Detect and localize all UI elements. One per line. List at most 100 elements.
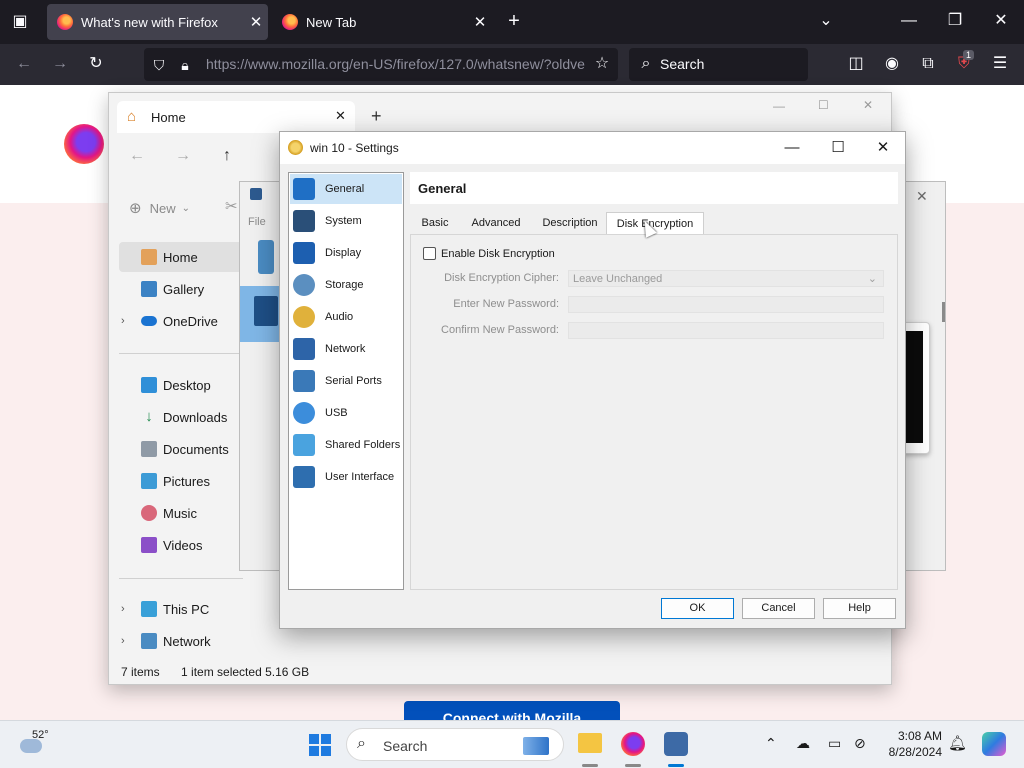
- file-menu[interactable]: File: [248, 216, 266, 228]
- minimize-icon[interactable]: —: [777, 138, 807, 158]
- close-tab-icon[interactable]: ✕: [335, 108, 346, 124]
- category-network[interactable]: Network: [290, 334, 402, 364]
- category-label: Display: [325, 247, 362, 259]
- restore-icon[interactable]: ❐: [944, 11, 966, 31]
- category-system[interactable]: System: [290, 206, 402, 236]
- search-bar[interactable]: ⌕ Search: [629, 48, 808, 81]
- tab-whats-new[interactable]: What's new with Firefox ✕: [47, 4, 268, 40]
- sidebar-item-desktop[interactable]: Desktop: [119, 370, 243, 400]
- new-button-label: New: [149, 200, 176, 216]
- category-audio[interactable]: Audio: [290, 302, 402, 332]
- close-icon[interactable]: ✕: [868, 138, 898, 158]
- sidebar-item-onedrive[interactable]: › OneDrive: [119, 306, 243, 336]
- windows-taskbar: 52° ⌕ Search ⌃ ☁ ▭ ⊘ 3:08 AM 8/28/2024 🔔…: [0, 720, 1024, 768]
- display-icon[interactable]: ▭: [828, 735, 841, 752]
- copilot-icon[interactable]: [982, 732, 1006, 756]
- explorer-maximize-icon[interactable]: ☐: [818, 98, 829, 112]
- pocket-icon[interactable]: ◫: [846, 54, 866, 74]
- active-app-indicator: [582, 764, 598, 767]
- help-button[interactable]: Help: [823, 598, 896, 619]
- sidebar-item-pictures[interactable]: Pictures: [119, 466, 243, 496]
- virtualbox-taskbar-icon[interactable]: [664, 732, 688, 756]
- tab-basic[interactable]: Basic: [412, 212, 458, 234]
- bookmark-star-icon[interactable]: ☆: [592, 54, 612, 74]
- file-explorer-taskbar-icon[interactable]: [578, 733, 602, 753]
- url-bar[interactable]: ⛉ 🔒︎ https://www.mozilla.org/en-US/firef…: [144, 48, 618, 81]
- cloud-offline-icon[interactable]: ☁: [796, 735, 810, 752]
- close-tab-icon[interactable]: ✕: [468, 13, 492, 31]
- weather-widget[interactable]: 52°: [14, 729, 74, 761]
- explorer-forward-icon[interactable]: →: [175, 147, 191, 165]
- enable-disk-encryption-checkbox[interactable]: Enable Disk Encryption: [423, 247, 555, 260]
- explorer-minimize-icon[interactable]: —: [773, 99, 785, 113]
- category-user-interface[interactable]: User Interface: [290, 462, 402, 492]
- sidebar-item-videos[interactable]: Videos: [119, 530, 243, 560]
- tab-description[interactable]: Description: [534, 212, 606, 234]
- firefox-view-icon[interactable]: ▣: [10, 12, 30, 32]
- sidebar-item-documents[interactable]: Documents: [119, 434, 243, 464]
- taskbar-search-box[interactable]: ⌕ Search: [346, 728, 564, 761]
- firefox-taskbar-icon[interactable]: [621, 732, 645, 756]
- search-icon: ⌕: [641, 55, 651, 72]
- document-icon: [141, 441, 157, 457]
- explorer-close-icon[interactable]: ✕: [863, 98, 873, 112]
- taskbar-clock[interactable]: 3:08 AM 8/28/2024: [880, 728, 942, 760]
- list-all-tabs-chevron-icon[interactable]: ⌄: [815, 11, 837, 31]
- reload-icon[interactable]: ↻: [86, 54, 106, 74]
- start-windows-icon[interactable]: [309, 734, 331, 756]
- ok-button[interactable]: OK: [661, 598, 734, 619]
- new-password-field[interactable]: [568, 296, 884, 313]
- explorer-new-tab-icon[interactable]: +: [371, 106, 382, 127]
- extensions-icon[interactable]: ⧉: [918, 54, 938, 74]
- close-window-icon[interactable]: ✕: [990, 11, 1012, 31]
- minimize-icon[interactable]: —: [898, 11, 920, 31]
- scrollbar-thumb[interactable]: [942, 302, 945, 322]
- notification-bell-icon[interactable]: 🔔︎: [948, 734, 967, 752]
- extension-badge: 1: [963, 50, 975, 60]
- close-tab-icon[interactable]: ✕: [244, 13, 268, 31]
- category-display[interactable]: Display: [290, 238, 402, 268]
- app-menu-icon[interactable]: ☰: [990, 54, 1010, 74]
- back-icon[interactable]: ←: [14, 54, 34, 74]
- expand-chevron-icon[interactable]: ›: [121, 603, 125, 615]
- category-label: Audio: [325, 311, 354, 323]
- tab-advanced[interactable]: Advanced: [462, 212, 530, 234]
- checkbox-box[interactable]: [423, 247, 436, 260]
- show-hidden-icons-chevron-icon[interactable]: ⌃: [765, 735, 777, 752]
- status-selection: 1 item selected 5.16 GB: [181, 665, 310, 679]
- network-status-icon[interactable]: ⊘: [854, 735, 866, 752]
- cloud-weather-icon: [20, 739, 42, 753]
- category-shared-folders[interactable]: Shared Folders: [290, 430, 402, 460]
- explorer-tab-home[interactable]: ⌂ Home ✕: [117, 101, 355, 133]
- active-app-indicator: [668, 764, 684, 767]
- expand-chevron-icon[interactable]: ›: [121, 635, 125, 647]
- sidebar-item-network[interactable]: › Network: [119, 626, 243, 656]
- confirm-password-field[interactable]: [568, 322, 884, 339]
- category-general[interactable]: General: [290, 174, 402, 204]
- category-storage[interactable]: Storage: [290, 270, 402, 300]
- sidebar-item-this-pc[interactable]: › This PC: [119, 594, 243, 624]
- explorer-back-icon[interactable]: ←: [129, 147, 145, 165]
- sidebar-item-downloads[interactable]: ↓ Downloads: [119, 402, 243, 432]
- cancel-button[interactable]: Cancel: [742, 598, 815, 619]
- maximize-icon[interactable]: ☐: [823, 138, 853, 158]
- explorer-new-button[interactable]: ⊕ New ⌄: [129, 199, 190, 217]
- sidebar-item-home[interactable]: Home: [119, 242, 243, 272]
- sidebar-item-gallery[interactable]: Gallery: [119, 274, 243, 304]
- category-serial-ports[interactable]: Serial Ports: [290, 366, 402, 396]
- forward-icon[interactable]: →: [50, 54, 70, 74]
- taskbar-search-placeholder: Search: [383, 738, 428, 754]
- account-icon[interactable]: ◉: [882, 54, 902, 74]
- cut-icon[interactable]: ✂: [225, 197, 238, 215]
- lock-icon[interactable]: 🔒︎: [176, 55, 194, 75]
- vbox-title-bar: win 10 - Settings — ☐ ✕: [280, 132, 905, 164]
- expand-chevron-icon[interactable]: ›: [121, 315, 125, 327]
- explorer-up-icon[interactable]: ↑: [223, 147, 231, 165]
- tracking-shield-icon[interactable]: ⛉: [150, 55, 168, 75]
- tab-new-tab[interactable]: New Tab ✕: [272, 4, 492, 40]
- cipher-select[interactable]: Leave Unchanged ⌄: [568, 270, 884, 287]
- sidebar-item-music[interactable]: Music: [119, 498, 243, 528]
- close-icon[interactable]: ✕: [916, 188, 928, 205]
- new-tab-icon[interactable]: +: [503, 11, 525, 31]
- category-usb[interactable]: USB: [290, 398, 402, 428]
